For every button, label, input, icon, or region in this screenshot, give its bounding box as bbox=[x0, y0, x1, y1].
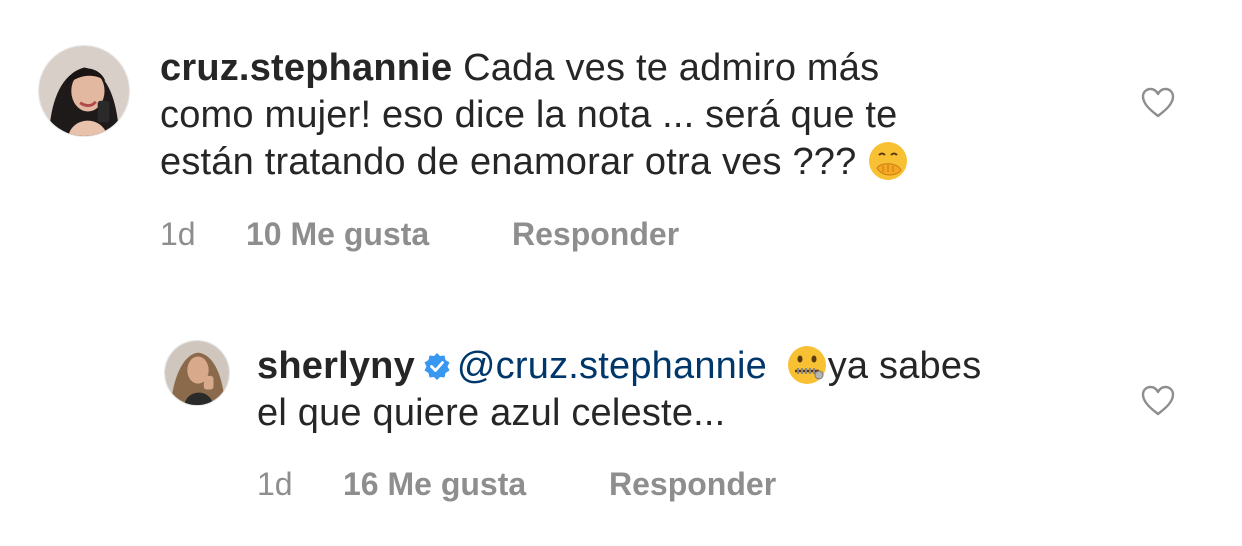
comment-time: 1d bbox=[160, 216, 196, 252]
verified-badge-icon bbox=[423, 345, 451, 380]
reply-button[interactable]: Responder bbox=[512, 216, 679, 253]
avatar-image bbox=[165, 341, 229, 405]
face-with-hand-over-mouth-emoji-icon bbox=[867, 140, 909, 182]
mention-link[interactable]: @cruz.stephannie bbox=[457, 345, 767, 387]
avatar[interactable] bbox=[164, 340, 230, 406]
comment-text: sherlyny @cruz.stephannie ya sabes el qu… bbox=[257, 343, 1157, 437]
comment-body-line1: ya sabes bbox=[827, 345, 982, 387]
reply-button[interactable]: Responder bbox=[609, 466, 776, 503]
comment-time: 1d bbox=[257, 466, 293, 502]
comment-meta: 1d 16 Me gusta Responder bbox=[257, 466, 957, 506]
comment-meta: 1d 10 Me gusta Responder bbox=[160, 216, 860, 256]
zipper-mouth-face-emoji-icon bbox=[786, 344, 828, 386]
heart-outline-icon[interactable] bbox=[1140, 86, 1176, 118]
likes-count-button[interactable]: 10 Me gusta bbox=[246, 216, 429, 253]
comment-body-line2: como mujer! eso dice la nota ... será qu… bbox=[160, 94, 898, 136]
avatar-image bbox=[39, 46, 129, 136]
comment-body-line2: el que quiere azul celeste... bbox=[257, 392, 726, 434]
comment-text: cruz.stephannie Cada ves te admiro más c… bbox=[160, 45, 1060, 186]
heart-outline-icon[interactable] bbox=[1140, 384, 1176, 416]
avatar[interactable] bbox=[38, 45, 130, 137]
likes-count-button[interactable]: 16 Me gusta bbox=[343, 466, 526, 503]
comment-body-line3: están tratando de enamorar otra ves ??? bbox=[160, 141, 857, 183]
comment-username[interactable]: sherlyny bbox=[257, 345, 415, 387]
comment-username[interactable]: cruz.stephannie bbox=[160, 47, 452, 89]
comment-body-line1: Cada ves te admiro más bbox=[463, 47, 880, 89]
